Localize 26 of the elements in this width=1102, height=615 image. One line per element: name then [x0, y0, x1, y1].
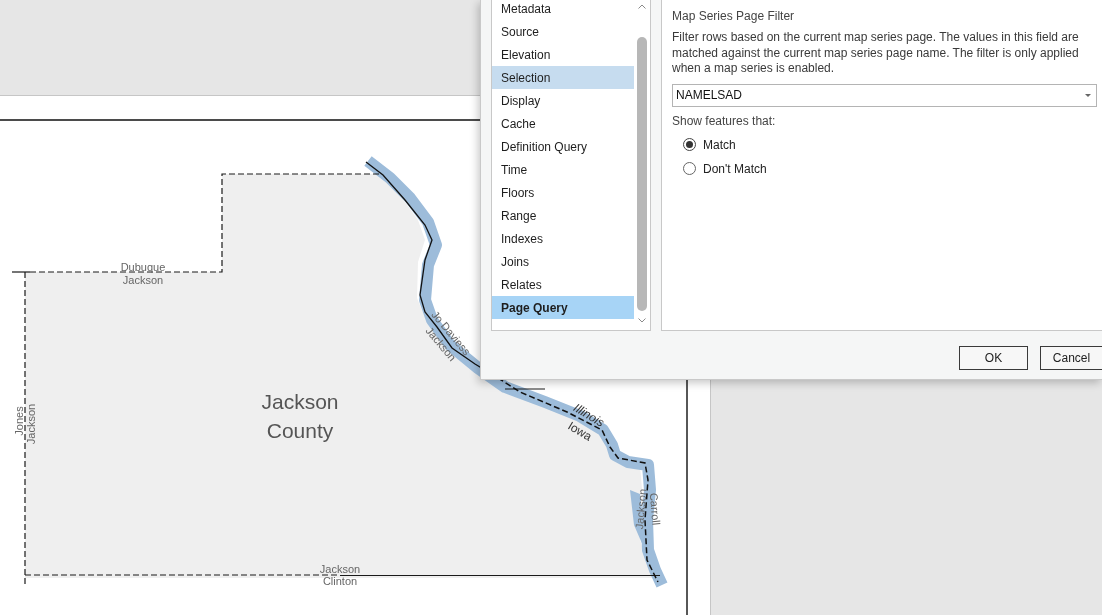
field-dropdown[interactable]: NAMELSAD	[672, 83, 1097, 107]
show-features-label: Show features that:	[672, 112, 777, 129]
boundary-label: Jackson	[319, 562, 361, 575]
boundary-label: Clinton	[322, 574, 358, 587]
scroll-down-icon[interactable]	[638, 318, 646, 323]
radio-button[interactable]	[683, 138, 696, 151]
boundary-label: Jackson	[633, 488, 649, 530]
boundary-label: Jones	[12, 406, 25, 436]
boundary-label: Carroll	[647, 492, 663, 526]
radio-label[interactable]: Don't Match	[703, 159, 767, 178]
boundary-label: Jackson	[122, 273, 164, 286]
caret-icon[interactable]	[1085, 93, 1091, 97]
boundary-line	[504, 388, 546, 390]
boundary-label: Jackson	[24, 403, 37, 445]
radio-button[interactable]	[683, 162, 696, 175]
cancel-button[interactable]: Cancel	[1040, 346, 1102, 370]
boundary-label: Dubuque	[120, 260, 166, 273]
radio-label[interactable]: Match	[703, 135, 736, 154]
page-list-item[interactable]: Selection	[492, 66, 634, 89]
section-title: Map Series Page Filter	[672, 8, 796, 24]
page-list-item[interactable]: Page Query	[492, 296, 634, 319]
description-text: Filter rows based on the current map series page. The values in this field are matched against the current map series page name. The filter is only applied when a map series is enabled.	[672, 30, 1080, 77]
ok-button[interactable]: OK	[959, 346, 1028, 370]
county-name-label: Jackson County	[260, 389, 340, 444]
scroll-up-icon[interactable]	[638, 4, 646, 9]
scrollbar-thumb[interactable]	[637, 37, 647, 311]
